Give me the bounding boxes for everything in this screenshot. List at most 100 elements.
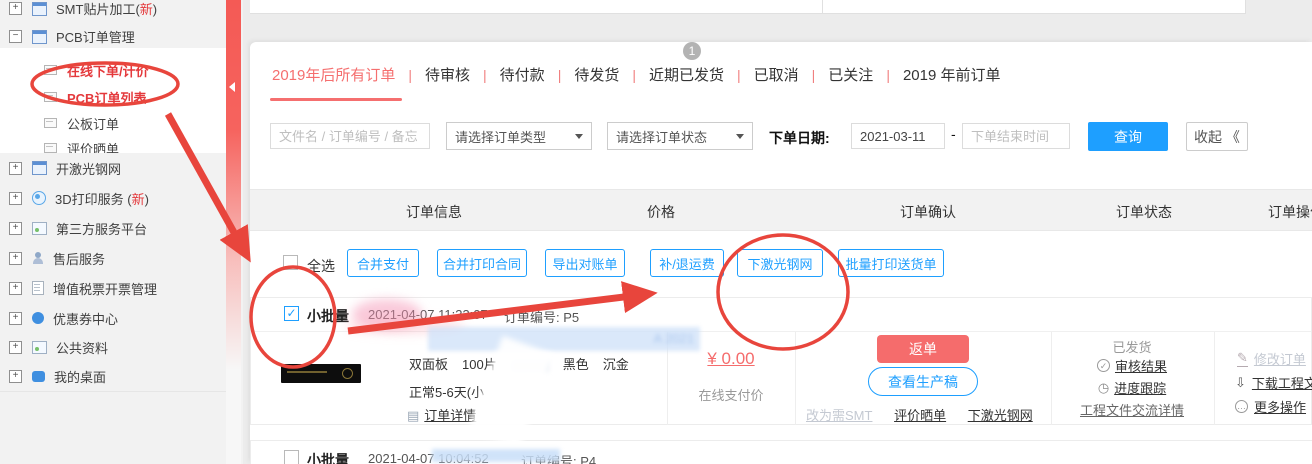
sidebar-item-label: 第三方服务平台	[56, 219, 147, 238]
change-to-smt-link[interactable]: 改为需SMT	[806, 408, 872, 423]
chevron-down-icon	[575, 134, 583, 139]
sidebar-item-label: SMT贴片加工(新)	[56, 0, 157, 18]
expand-plus-icon[interactable]	[9, 282, 22, 295]
clock-icon: ◷	[1098, 380, 1109, 396]
order-list-panel: 2019年后所有订单 | 待审核 | 待付款 | 待发货 | 近期已发货 | 已…	[250, 42, 1312, 464]
search-button[interactable]: 查询	[1088, 122, 1168, 151]
column-divider	[795, 332, 796, 425]
sidebar-collapse-handle[interactable]	[226, 0, 241, 370]
window-icon	[32, 2, 47, 16]
pcb-thumbnail[interactable]	[281, 364, 361, 383]
confirm-links: 改为需SMT 评价晒单 下激光钢网	[806, 405, 1051, 424]
select-value: 请选择订单状态	[616, 127, 707, 146]
sidebar-item-label: 售后服务	[53, 249, 105, 268]
document-icon: ▤	[407, 408, 419, 423]
tab-separator: |	[558, 67, 562, 83]
view-production-draft-button[interactable]: 查看生产稿	[868, 367, 978, 396]
merge-pay-button[interactable]: 合并支付	[347, 249, 419, 277]
sidebar-item-my-desktop[interactable]: 我的桌面	[0, 362, 226, 392]
order-details-line: ▤ 订单详情	[407, 405, 476, 424]
order-checkbox[interactable]: ✓	[284, 306, 299, 321]
tab-recently-shipped[interactable]: 近期已发货	[649, 64, 724, 85]
progress-tracking-link[interactable]: 进度跟踪	[1114, 378, 1166, 397]
batch-print-delivery-button[interactable]: 批量打印送货单	[838, 249, 944, 277]
date-label: 下单日期:	[769, 128, 830, 148]
tab-pending-review[interactable]: 待审核	[425, 64, 470, 85]
order-status-select[interactable]: 请选择订单状态	[607, 122, 753, 150]
keyword-input[interactable]	[270, 123, 430, 149]
sidebar-item-pcb-orders[interactable]: PCB订单管理	[0, 22, 226, 51]
tab-pending-payment[interactable]: 待付款	[500, 64, 545, 85]
select-all-checkbox[interactable]	[283, 255, 298, 270]
tab-cancelled[interactable]: 已取消	[754, 64, 799, 85]
order-type-select[interactable]: 请选择订单类型	[446, 122, 592, 150]
expand-plus-icon[interactable]	[9, 222, 22, 235]
sidebar-item-stencil[interactable]: 开激光钢网	[0, 153, 226, 184]
expand-plus-icon[interactable]	[9, 162, 22, 175]
order-price[interactable]: ¥ 0.00	[707, 349, 754, 369]
sidebar-item-public-board[interactable]: 公板订单	[0, 110, 226, 136]
sidebar-item-coupon[interactable]: 优惠券中心	[0, 303, 226, 334]
shipped-count-badge: 1	[683, 42, 701, 60]
col-order-confirm: 订单确认	[900, 202, 956, 222]
col-order-info: 订单信息	[406, 202, 462, 222]
order-details-link[interactable]: 订单详情	[424, 408, 476, 423]
sidebar-item-smt[interactable]: SMT贴片加工(新)	[0, 0, 226, 24]
tab-pre-2019[interactable]: 2019 年前订单	[903, 64, 1001, 85]
column-divider	[667, 332, 668, 425]
reorder-button[interactable]: 返单	[877, 335, 969, 363]
refund-shipping-button[interactable]: 补/退运费	[650, 249, 724, 277]
picture-icon	[32, 341, 47, 354]
sidebar-item-3d-print[interactable]: 3D打印服务 (新)	[0, 183, 226, 214]
order-stencil-link[interactable]: 下激光钢网	[968, 408, 1033, 423]
expand-plus-icon[interactable]	[9, 252, 22, 265]
date-to-input[interactable]	[962, 123, 1070, 149]
sidebar-item-online-order[interactable]: 在线下单/计价	[0, 57, 226, 83]
order-row-header: ✓ 小批量 2021-04-07 11:33:07 订单编号: P5	[251, 298, 1311, 332]
modify-order-link[interactable]: 修改订单	[1254, 349, 1306, 368]
merge-print-contract-button[interactable]: 合并打印合同	[437, 249, 527, 277]
column-divider	[1051, 332, 1052, 425]
blurred-spec	[511, 360, 549, 372]
engineering-file-exchange-link[interactable]: 工程文件交流详情	[1080, 400, 1184, 419]
list-card-icon	[44, 143, 57, 153]
collapse-filters-button[interactable]: 收起 《	[1186, 122, 1248, 151]
tab-separator: |	[408, 67, 412, 83]
date-from-input[interactable]	[851, 123, 945, 149]
sidebar-item-invoice[interactable]: 增值税票开票管理	[0, 273, 226, 304]
column-divider	[1214, 332, 1215, 425]
expand-plus-icon[interactable]	[9, 2, 22, 15]
review-result-link[interactable]: 审核结果	[1115, 356, 1167, 375]
order-time: 2021-04-07 10:04:52	[368, 451, 489, 464]
window-icon	[32, 30, 47, 44]
select-value: 请选择订单类型	[455, 127, 546, 146]
sidebar-item-public-data[interactable]: 公共资料	[0, 333, 226, 363]
date-range-separator: -	[951, 126, 956, 142]
order-type-label: 小批量	[307, 450, 349, 464]
sidebar-item-label: 3D打印服务 (新)	[55, 189, 149, 208]
collapse-minus-icon[interactable]	[9, 30, 22, 43]
chat-icon	[32, 371, 45, 382]
sidebar-item-after-sale[interactable]: 售后服务	[0, 243, 226, 274]
order-stencil-button[interactable]: 下激光钢网	[737, 249, 823, 277]
tab-all-orders[interactable]: 2019年后所有订单	[272, 64, 395, 85]
expand-plus-icon[interactable]	[9, 370, 22, 383]
order-state: 已发货	[1112, 337, 1151, 356]
order-checkbox[interactable]	[284, 450, 299, 464]
sidebar-item-third-party[interactable]: 第三方服务平台	[0, 213, 226, 244]
more-actions-link[interactable]: 更多操作	[1254, 397, 1306, 416]
export-statement-button[interactable]: 导出对账单	[545, 249, 625, 277]
download-engineering-link[interactable]: 下载工程文	[1252, 373, 1312, 392]
expand-plus-icon[interactable]	[9, 341, 22, 354]
expand-plus-icon[interactable]	[9, 312, 22, 325]
review-link[interactable]: 评价晒单	[894, 408, 946, 423]
chevron-down-icon	[736, 134, 744, 139]
tab-followed[interactable]: 已关注	[828, 64, 873, 85]
sidebar-item-pcb-order-list[interactable]: PCB订单列表	[0, 84, 226, 110]
tab-pending-shipment[interactable]: 待发货	[574, 64, 619, 85]
sidebar-item-label: PCB订单列表	[67, 88, 146, 107]
collapse-arrow-icon	[229, 82, 235, 92]
expand-plus-icon[interactable]	[9, 192, 22, 205]
previous-panel-edge	[250, 0, 1246, 14]
file-exchange-line: 工程文件交流详情	[1080, 400, 1184, 419]
